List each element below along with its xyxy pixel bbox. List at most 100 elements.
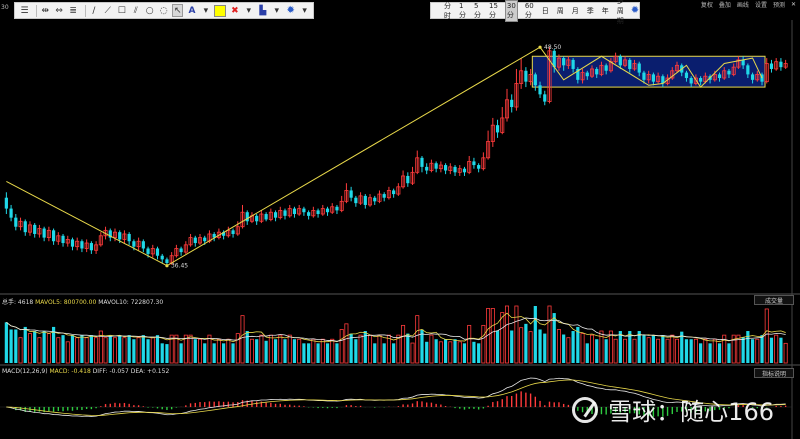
divider	[84, 4, 86, 17]
menu-icon[interactable]: ☰	[19, 4, 30, 17]
period-item[interactable]: 1分	[458, 1, 467, 21]
volume-bar	[278, 334, 283, 364]
candle-body	[193, 237, 197, 244]
period-item[interactable]: 日	[541, 5, 550, 17]
volume-bar	[406, 333, 410, 363]
split-icon[interactable]: ⇔	[54, 4, 65, 17]
candle-body	[533, 74, 537, 86]
macd-diff-label: DIFF: -0.057	[92, 368, 129, 375]
rectangle-icon[interactable]: ☐	[116, 4, 127, 17]
volume-bar	[750, 339, 755, 363]
top-tool-item[interactable]: 设置	[755, 0, 767, 9]
candle-body	[179, 248, 183, 253]
volume-bar	[245, 331, 249, 363]
candle-body	[585, 72, 589, 77]
candle-body	[769, 63, 774, 69]
candle-body	[255, 215, 259, 222]
period-item[interactable]: 5分	[473, 1, 482, 21]
macd-indicator-help[interactable]: 指标说明	[754, 368, 794, 378]
top-tool-item[interactable]: 叠加	[719, 0, 731, 9]
period-item[interactable]: 月	[571, 5, 580, 17]
volume-bar	[425, 341, 429, 363]
volume-bar	[415, 315, 420, 364]
parallel-icon[interactable]: ⫽	[130, 4, 141, 17]
period-item[interactable]: 季	[586, 5, 595, 17]
candle-body	[689, 78, 693, 84]
horizontal-line-icon[interactable]: ⇹	[40, 4, 51, 17]
settings-icon[interactable]: ✹	[285, 4, 296, 17]
segment-icon[interactable]: ⟋	[102, 4, 113, 17]
volume-bar	[231, 343, 235, 363]
settings-icon[interactable]: ✹	[631, 4, 639, 17]
volume-bar	[543, 333, 547, 363]
volume-bar	[307, 343, 311, 363]
candle-body	[462, 168, 467, 173]
candle-body	[165, 259, 169, 263]
volume-bar	[382, 343, 386, 363]
volume-bar	[661, 335, 665, 363]
period-item[interactable]: 60分	[524, 1, 535, 21]
candle-body	[453, 166, 457, 173]
volume-bar	[528, 331, 533, 364]
color-swatch[interactable]	[214, 4, 227, 17]
macd-dea-label: DEA: +0.152	[130, 368, 170, 375]
candle-body	[420, 157, 424, 167]
volume-bar	[155, 335, 160, 363]
text-icon[interactable]: A	[186, 4, 197, 17]
candle-body	[335, 206, 339, 211]
volume-bar	[122, 337, 127, 364]
candle-body	[273, 212, 278, 218]
volume-bar	[287, 334, 292, 364]
volume-bar	[18, 337, 23, 364]
volume-bar	[65, 341, 70, 364]
volume-bar	[226, 338, 231, 364]
text-dropdown-icon[interactable]: ▾	[200, 4, 211, 17]
delete-icon[interactable]: ✖	[229, 4, 240, 17]
period-item[interactable]: 周	[556, 5, 565, 17]
period-item[interactable]: 年	[601, 5, 610, 17]
volume-bar	[193, 339, 197, 363]
settings-dropdown-icon[interactable]: ▾	[299, 4, 310, 17]
volume-bar	[377, 334, 382, 364]
volume-bar	[490, 308, 495, 364]
volume-bar	[386, 334, 391, 364]
volume-bar	[533, 306, 537, 363]
volume-bar	[37, 337, 42, 364]
volume-bar	[354, 339, 358, 363]
volume-bar	[524, 323, 528, 363]
save-icon[interactable]: ▙	[257, 4, 268, 17]
line-icon[interactable]: ∕	[88, 4, 99, 17]
top-tool-item[interactable]: 预测	[773, 0, 785, 9]
save-dropdown-icon[interactable]: ▾	[271, 4, 282, 17]
period-item[interactable]: 30分	[504, 0, 518, 22]
close-icon[interactable]: ✕	[791, 1, 796, 8]
volume-bar	[396, 334, 401, 364]
delete-dropdown-icon[interactable]: ▾	[243, 4, 254, 17]
period-item[interactable]: 多周期	[616, 0, 625, 27]
volume-bar	[689, 339, 693, 363]
drawing-toolbar: ☰ ⇹ ⇔ ≣ ∕ ⟋ ☐ ⫽ ○ ◌ ↖ A ▾ ✖ ▾ ▙ ▾ ✹ ▾	[14, 2, 314, 19]
volume-bar	[472, 341, 476, 363]
volume-bar	[477, 343, 481, 363]
candle-body	[699, 78, 703, 82]
period-item[interactable]: 分时	[443, 0, 452, 22]
volume-bar	[146, 339, 150, 363]
volume-bar	[297, 338, 302, 364]
candle-body	[538, 85, 542, 95]
volume-bar	[708, 343, 712, 363]
volume-indicator-select[interactable]: 成交量	[754, 295, 794, 305]
candle-body	[495, 125, 500, 133]
trend-line	[6, 46, 541, 267]
volume-bar	[779, 337, 783, 363]
volume-bar	[684, 339, 689, 363]
period-item[interactable]: 15分	[488, 1, 499, 21]
pointer-icon[interactable]: ↖	[172, 4, 184, 17]
list-icon[interactable]: ≣	[68, 4, 79, 17]
volume-bar	[302, 343, 306, 363]
divider	[35, 4, 37, 17]
arc-icon[interactable]: ◌	[158, 4, 169, 17]
circle-icon[interactable]: ○	[144, 4, 155, 17]
volume-bar	[89, 335, 93, 363]
top-tool-item[interactable]: 画线	[737, 0, 749, 9]
top-tool-item[interactable]: 复权	[701, 0, 713, 9]
